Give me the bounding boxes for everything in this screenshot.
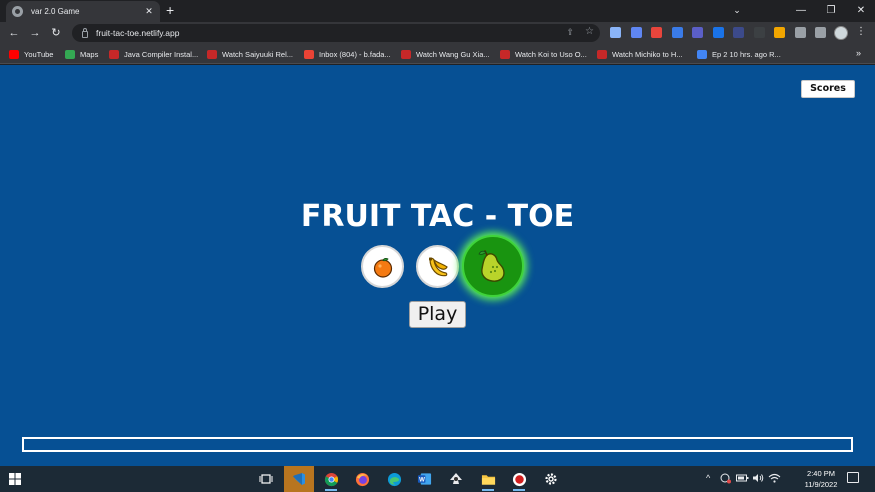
bookmark-favicon-icon — [207, 49, 217, 59]
tab-search-chevron-icon[interactable]: ⌄ — [722, 0, 752, 20]
extension-icon[interactable] — [651, 27, 662, 38]
extension-icon[interactable] — [794, 27, 806, 38]
bookmark-favicon-icon — [597, 49, 607, 59]
bookmark-label: Java Compiler Instal... — [124, 49, 199, 59]
bookmark-favicon-icon — [109, 49, 119, 59]
back-button[interactable]: ← — [6, 25, 22, 41]
extension-icon[interactable] — [671, 27, 683, 38]
bookmark-item[interactable]: Ep 2 10 hrs. ago R... — [697, 48, 781, 60]
extension-icon[interactable] — [630, 27, 642, 38]
pear-option-selected[interactable] — [462, 235, 524, 297]
settings-gear-icon[interactable] — [536, 466, 566, 492]
bookmark-label: Inbox (804) - b.fada... — [319, 49, 391, 59]
globe-icon — [12, 6, 23, 17]
browser-toolbar: ← → ↻ fruit-tac-toe.netlify.app ⇪ ☆ ⋮ — [0, 22, 875, 44]
play-button[interactable]: Play — [409, 301, 466, 328]
pear-icon — [478, 250, 505, 282]
bookmark-item[interactable]: Maps — [65, 48, 98, 60]
reload-button[interactable]: ↻ — [48, 25, 64, 41]
clock-time: 2:40 PM — [807, 469, 835, 478]
bookmark-label: Ep 2 10 hrs. ago R... — [712, 49, 781, 59]
bookmark-item[interactable]: Java Compiler Instal... — [109, 48, 198, 60]
extension-icon[interactable] — [610, 27, 621, 38]
extension-icon[interactable] — [774, 27, 785, 38]
banana-icon — [428, 257, 448, 276]
windows-start-icon[interactable] — [0, 466, 30, 492]
bookmark-label: Watch Wang Gu Xia... — [416, 49, 490, 59]
browser-tab[interactable]: var 2.0 Game ✕ — [6, 1, 160, 22]
task-view-icon[interactable] — [251, 466, 281, 492]
bookmark-favicon-icon — [401, 49, 411, 59]
extension-icon[interactable] — [815, 27, 826, 38]
bookmark-label: Watch Saiyuuki Rel... — [222, 49, 293, 59]
bookmark-label: Maps — [80, 49, 99, 59]
tray-wifi-icon[interactable] — [768, 473, 781, 485]
bookmarks-overflow-icon[interactable]: » — [856, 48, 861, 58]
bookmark-favicon-icon — [500, 49, 510, 59]
new-tab-button[interactable]: + — [166, 3, 174, 17]
orange-icon — [373, 257, 392, 278]
windows-taskbar: W ^ 2:40 PM 11/9/2022 — [0, 466, 875, 492]
bookmark-favicon-icon — [9, 49, 19, 59]
bookmark-label: Watch Michiko to H... — [612, 49, 683, 59]
tray-battery-icon[interactable] — [736, 473, 749, 485]
chrome-icon[interactable] — [316, 466, 346, 492]
firefox-icon[interactable] — [347, 466, 377, 492]
profile-avatar[interactable] — [834, 26, 848, 40]
file-explorer-icon[interactable] — [473, 466, 503, 492]
svg-text:W: W — [419, 476, 425, 483]
bookmark-item[interactable]: YouTube — [9, 48, 53, 60]
forward-button[interactable]: → — [27, 25, 43, 41]
message-bar — [22, 437, 853, 452]
inkscape-icon[interactable] — [441, 466, 471, 492]
bookmark-item[interactable]: Watch Saiyuuki Rel... — [207, 48, 293, 60]
orange-option[interactable] — [361, 245, 404, 288]
restore-button[interactable]: ❐ — [816, 0, 846, 20]
edge-icon[interactable] — [379, 466, 409, 492]
bookmark-favicon-icon — [304, 49, 314, 59]
bookmarks-bar: » YouTube Maps Java Compiler Instal... Watc… — [0, 44, 875, 64]
tray-network-icon[interactable] — [720, 473, 732, 486]
extension-icon[interactable] — [692, 27, 703, 38]
url-text[interactable]: fruit-tac-toe.netlify.app — [96, 28, 179, 38]
extension-icon[interactable] — [753, 27, 765, 38]
bookmark-favicon-icon — [697, 49, 707, 59]
extension-icon[interactable] — [733, 27, 744, 38]
bookmark-item[interactable]: Watch Koi to Uso O... — [500, 48, 587, 60]
minimize-button[interactable]: — — [786, 0, 816, 20]
bookmark-label: YouTube — [24, 49, 54, 59]
browser-menu-icon[interactable]: ⋮ — [856, 26, 866, 37]
game-page: Scores FRUIT TAC - TOE Play — [0, 65, 875, 466]
tray-chevron-up-icon[interactable]: ^ — [706, 473, 710, 483]
notification-center-icon[interactable] — [847, 472, 859, 483]
banana-option[interactable] — [416, 245, 459, 288]
share-icon[interactable]: ⇪ — [566, 27, 574, 38]
bookmark-label: Watch Koi to Uso O... — [515, 49, 587, 59]
address-bar[interactable]: fruit-tac-toe.netlify.app ⇪ ☆ — [72, 24, 600, 42]
tab-title: var 2.0 Game — [31, 7, 80, 16]
browser-tab-strip: var 2.0 Game ✕ + ⌄ — ❐ ✕ — [0, 0, 875, 22]
scores-button[interactable]: Scores — [801, 80, 855, 98]
clock-date: 11/9/2022 — [804, 480, 838, 489]
close-window-button[interactable]: ✕ — [846, 0, 875, 20]
vscode-icon[interactable] — [284, 466, 314, 492]
bookmark-star-icon[interactable]: ☆ — [585, 26, 594, 37]
lock-icon[interactable] — [82, 27, 88, 38]
game-title: FRUIT TAC - TOE — [300, 199, 575, 234]
bookmark-favicon-icon — [65, 49, 75, 59]
close-tab-icon[interactable]: ✕ — [144, 6, 154, 17]
taskbar-clock[interactable]: 2:40 PM 11/9/2022 — [800, 468, 842, 490]
bookmark-item[interactable]: Inbox (804) - b.fada... — [304, 48, 391, 60]
bookmark-item[interactable]: Watch Michiko to H... — [597, 48, 683, 60]
bookmark-item[interactable]: Watch Wang Gu Xia... — [401, 48, 490, 60]
word-icon[interactable]: W — [409, 466, 439, 492]
obs-record-icon[interactable] — [504, 466, 534, 492]
tray-volume-icon[interactable] — [752, 473, 764, 485]
extension-icon[interactable] — [712, 27, 724, 38]
